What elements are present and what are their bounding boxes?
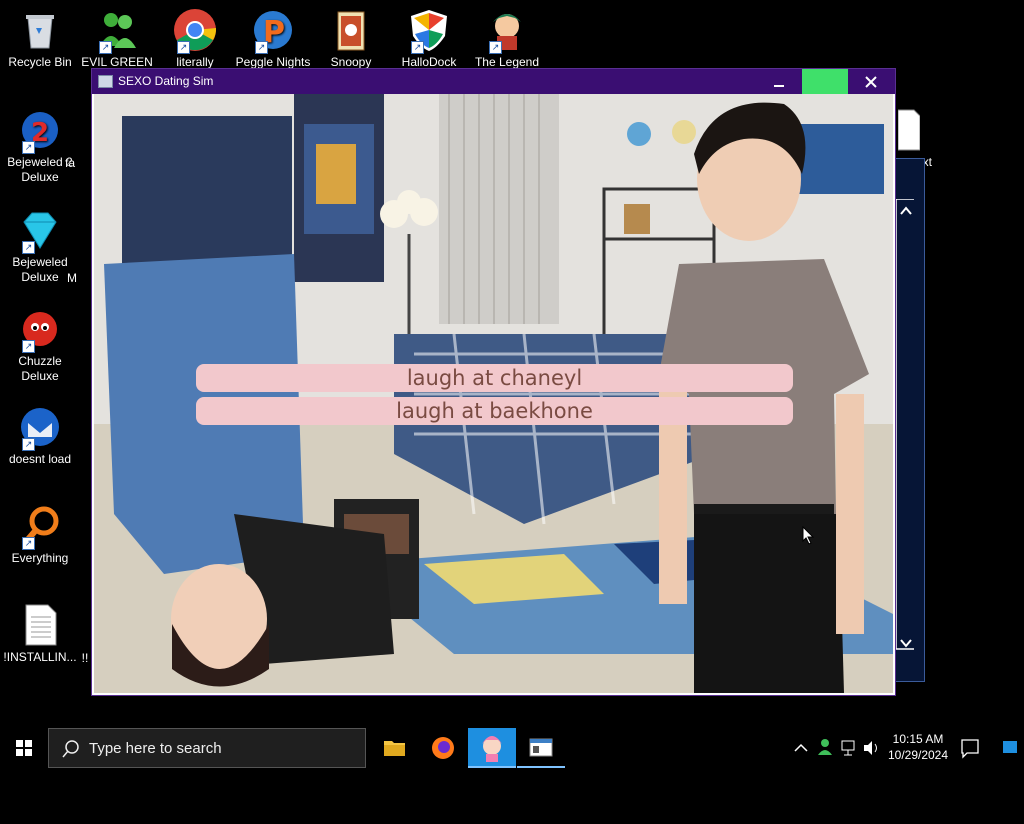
search-icon [62,740,79,758]
diamond-icon: ↗ [18,208,62,254]
shortcut-arrow-icon: ↗ [22,438,35,451]
tray-network-icon[interactable] [838,728,860,768]
folder-icon [384,741,405,756]
minimize-button[interactable] [756,69,802,94]
taskbar: Type here to search 10:15 AM 10/29/2024 [0,728,1024,768]
tray-volume-icon[interactable] [860,728,882,768]
taskbar-firefox[interactable] [419,728,467,768]
shortcut-arrow-icon: ↗ [177,41,190,54]
shortcut-arrow-icon: ↗ [99,41,112,54]
desktop-icon-label: Recycle Bin [8,55,72,69]
desktop-preview-icon [1003,741,1017,753]
shortcut-arrow-icon: ↗ [22,241,35,254]
chrome-icon: ↗ [173,8,217,54]
clock-time: 10:15 AM [892,732,944,746]
window-app-icon [529,738,553,757]
tray-user-icon[interactable] [814,728,836,768]
show-hidden-icons-button[interactable] [790,728,812,768]
taskbar-search-box[interactable]: Type here to search [48,728,366,768]
desktop-icon-hallodock[interactable]: ↗ HalloDock [389,8,469,70]
everything-search-icon: ↗ [18,504,62,550]
taskbar-file-explorer[interactable] [370,728,418,768]
desktop-icon-label: Chuzzle Deluxe [18,354,62,383]
desktop-icon-label: Everything [11,551,69,565]
game-window: SEXO Dating Sim laugh at chaneyl laugh a… [91,68,896,696]
text-file-icon [18,603,62,647]
desktop-icon-literally[interactable]: ↗ literally [155,8,235,70]
window-title: SEXO Dating Sim [118,74,214,88]
notifications-button[interactable] [955,728,985,768]
network-icon [841,740,855,756]
snoopy-game-icon [329,8,373,52]
shortcut-arrow-icon: ↗ [22,141,35,154]
messenger-people-icon: ↗ [95,8,139,54]
windows-logo-icon [16,740,32,756]
clock-date: 10/29/2024 [887,748,949,762]
text-file-icon [897,108,921,152]
shortcut-arrow-icon: ↗ [22,537,35,550]
mouse-cursor-icon [802,526,815,545]
chuzzle-icon: ↗ [18,307,62,353]
bedroom-background-image [94,94,893,693]
shortcut-arrow-icon: ↗ [411,41,424,54]
desktop-icon-evil-green[interactable]: ↗ EVIL GREEN [77,8,157,70]
desktop-icon-chuzzle[interactable]: ↗ Chuzzle Deluxe [0,307,80,384]
taskbar-dating-sim-active[interactable] [468,728,516,768]
desktop-icon-everything[interactable]: ↗ Everything [0,504,80,566]
taskbar-text-editor[interactable] [517,728,565,768]
windows-shield-icon: ↗ [407,8,451,54]
firefox-icon [432,737,454,759]
desktop-icon-label: doesnt load [8,452,72,466]
desktop-icon-recycle-bin[interactable]: Recycle Bin [0,8,80,70]
peggle-icon: P ↗ [251,8,295,54]
start-button[interactable] [0,728,48,768]
desktop-icon-the-legend[interactable]: ↗ The Legend [467,8,547,70]
search-placeholder: Type here to search [89,740,222,757]
person-icon [818,739,832,755]
background-window [893,158,925,682]
title-bar[interactable]: SEXO Dating Sim [92,69,895,94]
close-button[interactable] [848,69,894,94]
desktop-icon-snoopy[interactable]: Snoopy [311,8,391,70]
chevron-up-icon [794,743,808,752]
legend-game-icon: ↗ [485,8,529,54]
desktop-icon-peggle-nights[interactable]: P ↗ Peggle Nights [233,8,313,70]
game-scene: laugh at chaneyl laugh at baekhone [94,94,893,693]
speaker-icon [864,741,877,755]
shortcut-arrow-icon: ↗ [22,340,35,353]
maximize-button[interactable] [802,69,848,94]
choice-option-2[interactable]: laugh at baekhone [196,397,793,425]
app-icon [98,75,113,88]
shortcut-arrow-icon: ↗ [489,41,502,54]
anime-girl-app-icon [482,736,502,762]
shortcut-arrow-icon: ↗ [255,41,268,54]
choice-option-1[interactable]: laugh at chaneyl [196,364,793,392]
notification-icon [961,739,979,759]
bejeweled-2-icon: 2 ↗ [18,108,62,154]
show-desktop-button[interactable] [996,728,1024,768]
desktop-icon-bejeweled-2[interactable]: 2 ↗ Bejeweled 2 Deluxe [0,108,80,185]
tray-clock[interactable]: 10:15 AM 10/29/2024 [886,728,950,768]
recycle-bin-icon [18,8,62,52]
thunderbird-icon: ↗ [18,405,62,451]
desktop-icon-doesnt-load[interactable]: ↗ doesnt load [0,405,80,467]
